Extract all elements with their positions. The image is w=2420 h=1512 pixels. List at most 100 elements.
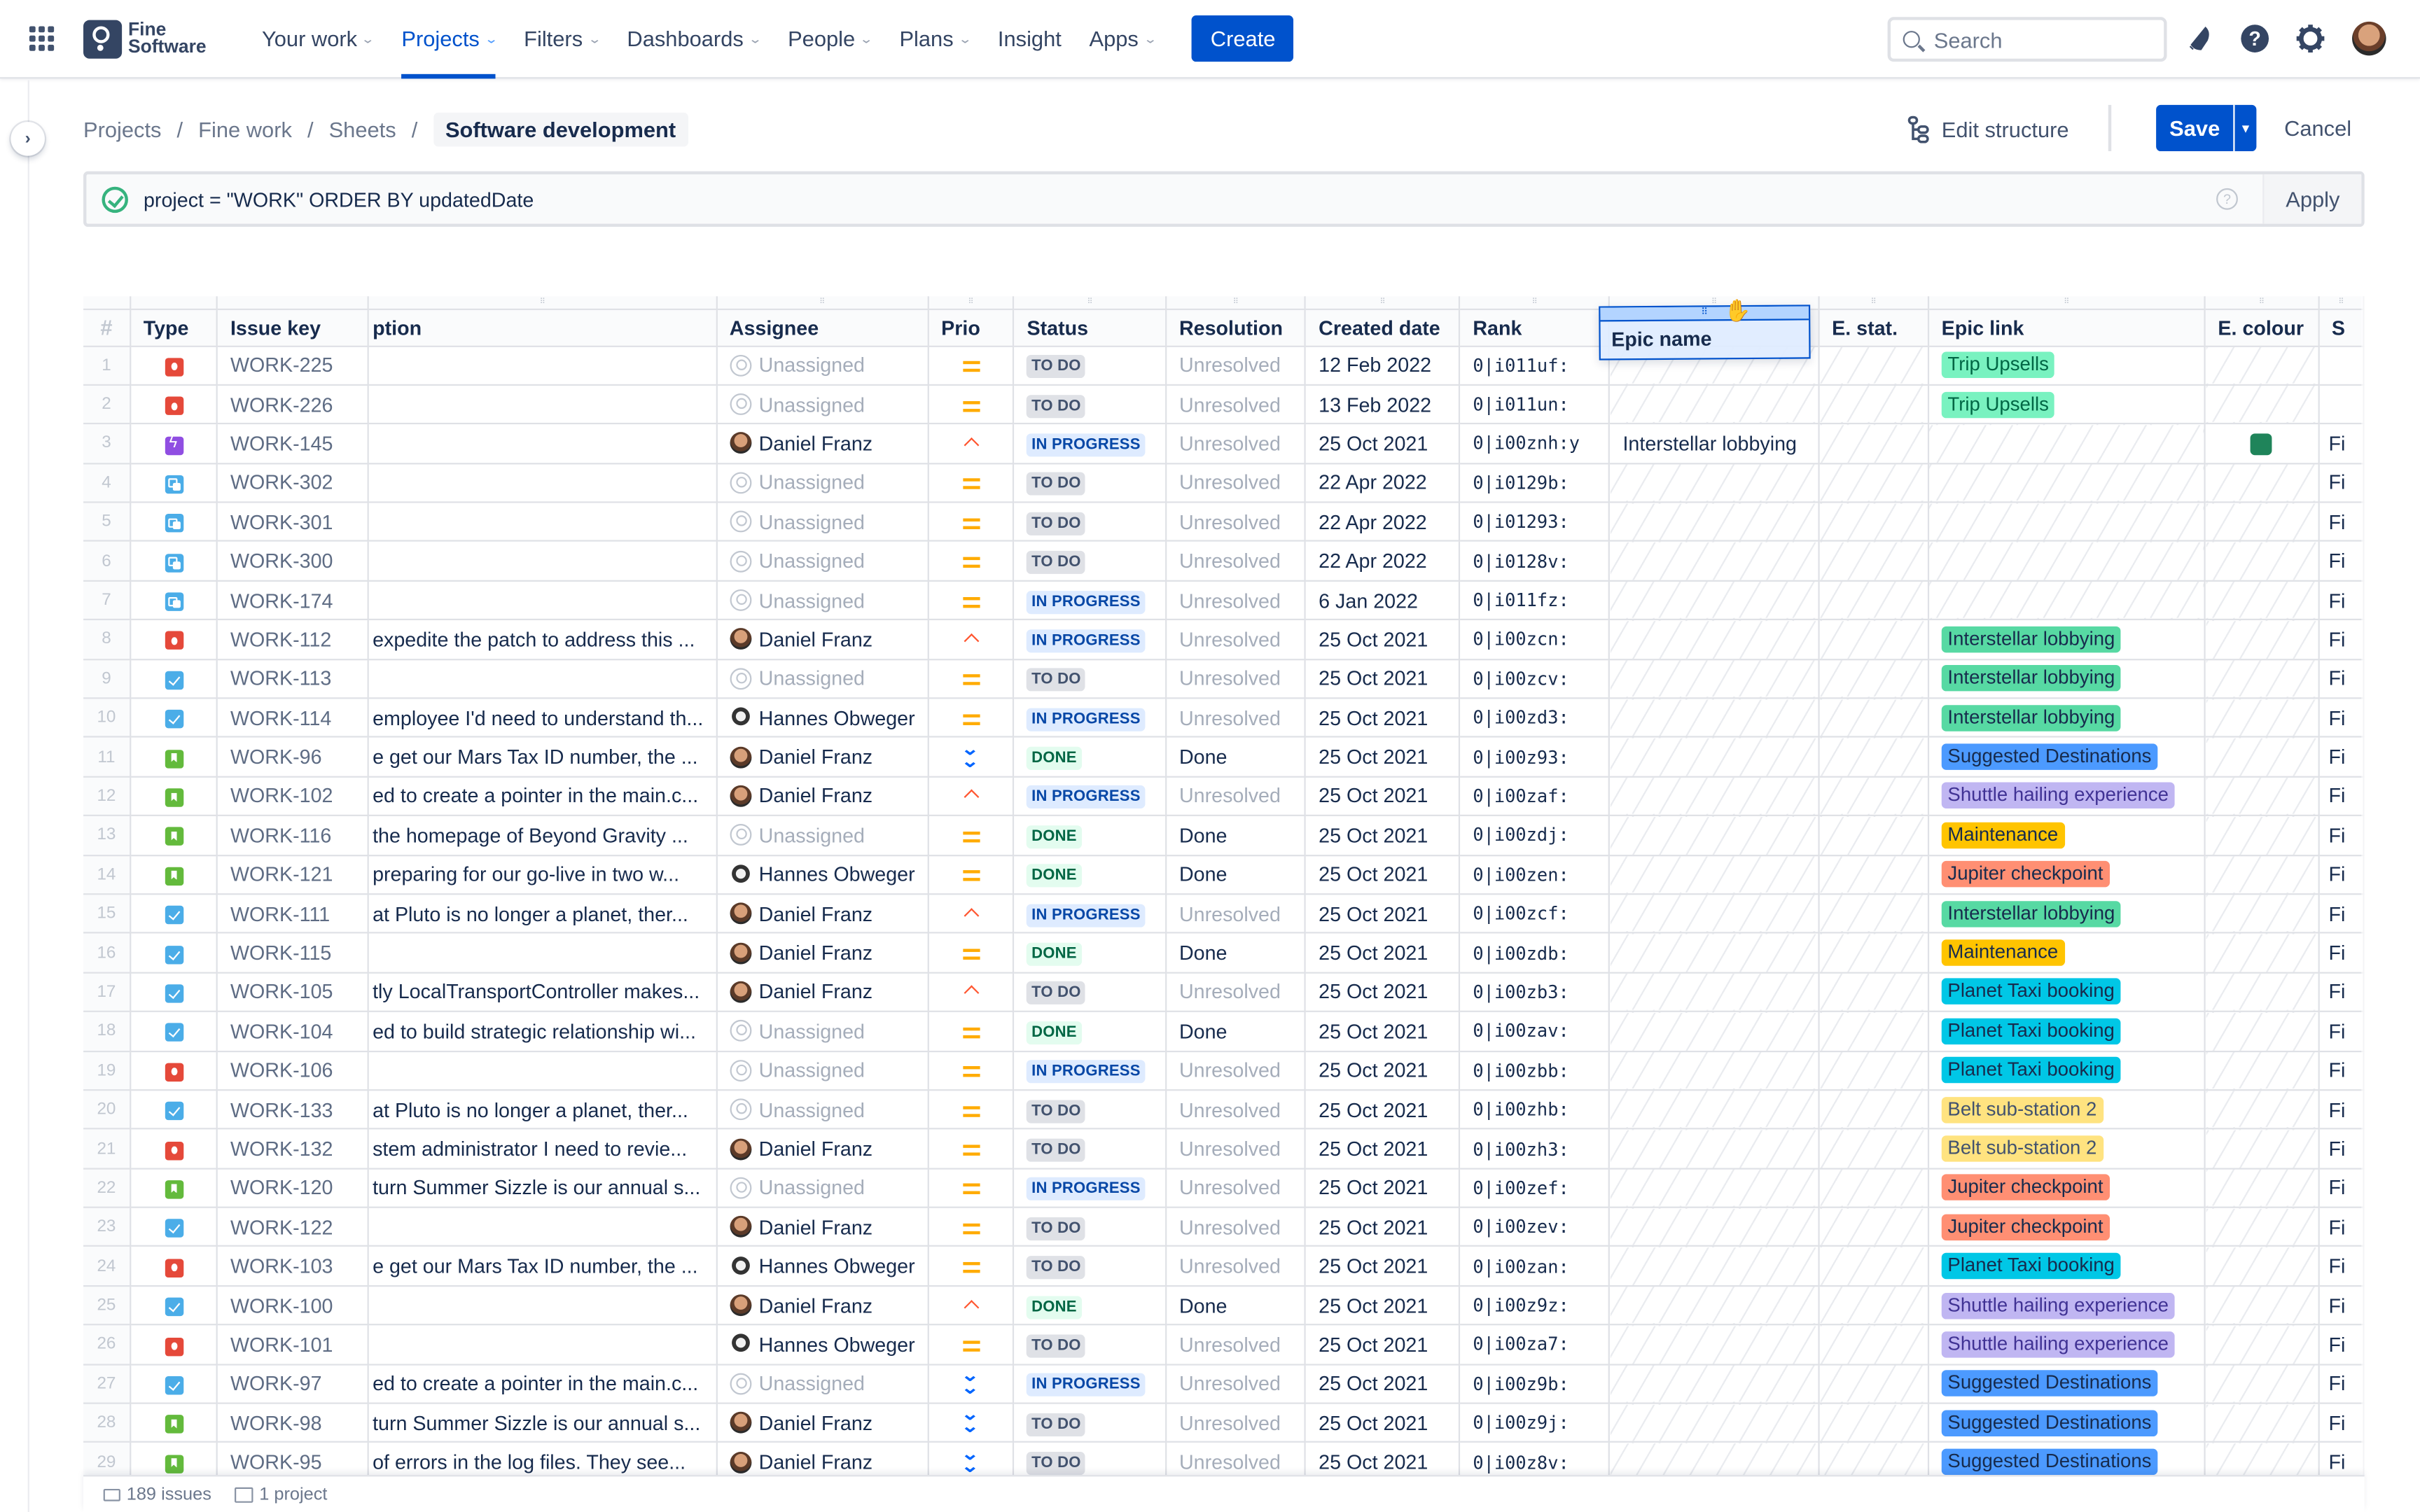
epic-link-cell[interactable]: Shuttle hailing experience [1928, 1324, 2206, 1365]
resolution-cell[interactable]: Unresolved [1166, 1051, 1307, 1091]
assignee-cell[interactable]: Daniel Franz [716, 737, 929, 778]
created-date-cell[interactable]: 25 Oct 2021 [1305, 1285, 1461, 1326]
resolution-cell[interactable]: Unresolved [1166, 894, 1307, 934]
assignee-cell[interactable]: Hannes Obweger [716, 855, 929, 895]
epic-link-cell[interactable]: Jupiter checkpoint [1928, 1168, 2206, 1209]
table-row[interactable]: 15 WORK-111 at Pluto is no longer a planet… [83, 894, 2365, 934]
status-cell[interactable]: IN PROGRESS [1013, 698, 1167, 738]
epic-link-cell[interactable] [1928, 463, 2206, 503]
status-cell[interactable]: TO DO [1013, 345, 1167, 386]
status-cell[interactable]: TO DO [1013, 1207, 1167, 1247]
summary-cell[interactable]: Fi [2318, 1207, 2365, 1247]
epic-link-cell[interactable]: Interstellar lobbying [1928, 698, 2206, 738]
issue-key[interactable]: WORK-96 [217, 737, 370, 778]
summary-cell[interactable] [2318, 384, 2365, 425]
drag-handle-icon[interactable]: ⠿ [1600, 306, 1809, 322]
priority-cell[interactable] [928, 1207, 1015, 1247]
epic-link-cell[interactable] [1928, 502, 2206, 542]
status-cell[interactable]: IN PROGRESS [1013, 894, 1167, 934]
priority-cell[interactable] [928, 894, 1015, 934]
rank-cell[interactable]: 0|i00zaf: [1459, 776, 1611, 817]
column-header--[interactable]: # [83, 308, 132, 346]
issue-key[interactable]: WORK-145 [217, 424, 370, 464]
column-header-s[interactable]: S [2318, 308, 2365, 346]
description-cell[interactable]: ed to build strategic relationship wi... [368, 1011, 718, 1052]
epic-name-cell[interactable] [1609, 1051, 1820, 1091]
rank-cell[interactable]: 0|i01293: [1459, 502, 1611, 542]
epic-link-cell[interactable]: Planet Taxi booking [1928, 1051, 2206, 1091]
summary-cell[interactable]: Fi [2318, 855, 2365, 895]
assignee-cell[interactable]: Hannes Obweger [716, 698, 929, 738]
created-date-cell[interactable]: 6 Jan 2022 [1305, 580, 1461, 621]
summary-cell[interactable]: Fi [2318, 620, 2365, 660]
assignee-cell[interactable]: Daniel Franz [716, 1207, 929, 1247]
epic-name-cell[interactable] [1609, 620, 1820, 660]
epic-link-cell[interactable] [1928, 424, 2206, 464]
status-cell[interactable]: DONE [1013, 855, 1167, 895]
resolution-cell[interactable]: Unresolved [1166, 424, 1307, 464]
resolution-cell[interactable]: Unresolved [1166, 580, 1307, 621]
status-cell[interactable]: TO DO [1013, 384, 1167, 425]
epic-name-cell[interactable] [1609, 384, 1820, 425]
priority-cell[interactable] [928, 659, 1015, 699]
epic-name-cell[interactable] [1609, 1442, 1820, 1476]
status-cell[interactable]: IN PROGRESS [1013, 1168, 1167, 1209]
summary-cell[interactable]: Fi [2318, 502, 2365, 542]
table-row[interactable]: 25 WORK-100 Daniel Franz DONE Done 25 Oct 202… [83, 1285, 2365, 1326]
issue-key[interactable]: WORK-95 [217, 1442, 370, 1476]
priority-cell[interactable]: ⌄ ⌄ [928, 1442, 1015, 1476]
resolution-cell[interactable]: Unresolved [1166, 502, 1307, 542]
epic-name-cell[interactable] [1609, 1364, 1820, 1404]
column-drag-handle[interactable]: ⠿ [1013, 296, 1167, 309]
assignee-cell[interactable]: Daniel Franz [716, 1403, 929, 1443]
issue-key[interactable]: WORK-132 [217, 1128, 370, 1170]
priority-cell[interactable] [928, 424, 1015, 464]
description-cell[interactable] [368, 580, 718, 621]
resolution-cell[interactable]: Unresolved [1166, 1246, 1307, 1287]
resolution-cell[interactable]: Unresolved [1166, 384, 1307, 425]
priority-cell[interactable]: ⌄ ⌄ [928, 1403, 1015, 1443]
save-button[interactable]: Save [2156, 104, 2234, 152]
status-cell[interactable]: TO DO [1013, 502, 1167, 542]
summary-cell[interactable]: Fi [2318, 1364, 2365, 1404]
summary-cell[interactable]: Fi [2318, 1324, 2365, 1365]
table-row[interactable]: 2 WORK-226 Unassigned TO DO Unresolved 13 Feb… [83, 384, 2365, 425]
issue-key[interactable]: WORK-121 [217, 855, 370, 895]
resolution-cell[interactable]: Unresolved [1166, 1403, 1307, 1443]
nav-item-filters[interactable]: Filters ⌄ [524, 0, 601, 78]
epic-name-cell[interactable] [1609, 933, 1820, 974]
summary-cell[interactable]: Fi [2318, 1128, 2365, 1170]
status-cell[interactable]: IN PROGRESS [1013, 1364, 1167, 1404]
summary-cell[interactable]: Fi [2318, 972, 2365, 1013]
epic-link-cell[interactable]: Belt sub-station 2 [1928, 1090, 2206, 1130]
issue-key[interactable]: WORK-100 [217, 1285, 370, 1326]
created-date-cell[interactable]: 25 Oct 2021 [1305, 933, 1461, 974]
status-cell[interactable]: TO DO [1013, 1442, 1167, 1476]
summary-cell[interactable] [2318, 345, 2365, 386]
issue-key[interactable]: WORK-301 [217, 502, 370, 542]
column-header-status[interactable]: Status [1013, 308, 1167, 346]
issue-key[interactable]: WORK-226 [217, 384, 370, 425]
description-cell[interactable]: ed to create a pointer in the main.c... [368, 1364, 718, 1404]
description-cell[interactable] [368, 541, 718, 582]
table-row[interactable]: 6 WORK-300 Unassigned TO DO Unresolved 22 Apr… [83, 541, 2365, 582]
epic-name-cell[interactable] [1609, 1403, 1820, 1443]
description-cell[interactable]: turn Summer Sizzle is our annual s... [368, 1403, 718, 1443]
rank-cell[interactable]: 0|i00zef: [1459, 1168, 1611, 1209]
table-row[interactable]: 17 WORK-105 tly LocalTransportController m… [83, 972, 2365, 1013]
table-row[interactable]: 14 WORK-121 preparing for our go-live in t… [83, 855, 2365, 895]
description-cell[interactable] [368, 1207, 718, 1247]
summary-cell[interactable]: Fi [2318, 659, 2365, 699]
description-cell[interactable] [368, 502, 718, 542]
epic-link-cell[interactable]: Suggested Destinations [1928, 737, 2206, 778]
created-date-cell[interactable]: 25 Oct 2021 [1305, 1051, 1461, 1091]
issue-key[interactable]: WORK-101 [217, 1324, 370, 1365]
create-button[interactable]: Create [1192, 15, 1294, 62]
priority-cell[interactable]: ⌄ ⌄ [928, 1364, 1015, 1404]
priority-cell[interactable] [928, 580, 1015, 621]
description-cell[interactable]: turn Summer Sizzle is our annual s... [368, 1168, 718, 1209]
column-header-issue-key[interactable]: Issue key [217, 308, 370, 346]
epic-link-cell[interactable]: Planet Taxi booking [1928, 972, 2206, 1013]
priority-cell[interactable] [928, 620, 1015, 660]
rank-cell[interactable]: 0|i00zdb: [1459, 933, 1611, 974]
